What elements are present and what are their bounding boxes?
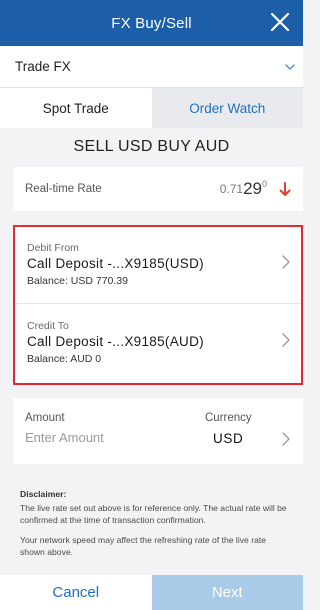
- amount-label: Amount: [25, 412, 65, 424]
- tab-bar: Spot Trade Order Watch: [0, 88, 303, 128]
- chevron-right-icon[interactable]: [281, 431, 291, 447]
- credit-balance: Balance: AUD 0: [27, 353, 102, 365]
- tab-spot-trade[interactable]: Spot Trade: [0, 88, 152, 128]
- cancel-button[interactable]: Cancel: [0, 575, 152, 610]
- rate-label: Real-time Rate: [25, 183, 102, 195]
- credit-account-row[interactable]: Credit To Call Deposit -...X9185(AUD) Ba…: [15, 305, 301, 382]
- debit-balance: Balance: USD 770.39: [27, 275, 128, 287]
- trade-type-label: Trade FX: [15, 59, 71, 74]
- rate-value: 0.71290: [220, 179, 267, 199]
- currency-selector[interactable]: USD: [213, 431, 243, 446]
- debit-account-name: Call Deposit -...X9185(USD): [27, 256, 204, 271]
- tab-order-watch[interactable]: Order Watch: [151, 88, 303, 128]
- credit-account-name: Call Deposit -...X9185(AUD): [27, 334, 204, 349]
- currency-label: Currency: [205, 412, 252, 424]
- arrow-down-icon: [279, 182, 291, 196]
- chevron-right-icon: [282, 333, 290, 347]
- disclaimer: Disclaimer: The live rate set out above …: [20, 488, 290, 566]
- amount-card: Amount Currency USD: [13, 398, 303, 464]
- debit-account-row[interactable]: Debit From Call Deposit -...X9185(USD) B…: [15, 227, 301, 304]
- currency-pair-title: SELL USD BUY AUD: [73, 138, 230, 155]
- debit-label: Debit From: [27, 242, 79, 254]
- rate-superscript: 0: [261, 179, 267, 189]
- close-icon[interactable]: [267, 9, 293, 35]
- page-title: FX Buy/Sell: [111, 14, 192, 32]
- rate-main-digits: 29: [243, 179, 262, 198]
- disclaimer-text-network: Your network speed may affect the refres…: [20, 534, 267, 558]
- account-selection-group: Debit From Call Deposit -...X9185(USD) B…: [13, 225, 303, 385]
- amount-input[interactable]: [25, 430, 175, 445]
- app-header: FX Buy/Sell: [0, 0, 303, 46]
- rate-card: Real-time Rate 0.71290: [13, 167, 303, 211]
- next-button[interactable]: Next: [151, 575, 303, 610]
- rate-prefix: 0.71: [219, 182, 244, 196]
- chevron-right-icon: [282, 255, 290, 269]
- disclaimer-title: Disclaimer:: [20, 489, 67, 499]
- disclaimer-text-rate: The live rate set out above is for refer…: [20, 502, 287, 526]
- credit-label: Credit To: [27, 320, 69, 332]
- chevron-down-icon: [285, 64, 295, 70]
- footer-actions: Cancel Next: [0, 575, 303, 610]
- trade-type-selector[interactable]: Trade FX: [0, 46, 303, 88]
